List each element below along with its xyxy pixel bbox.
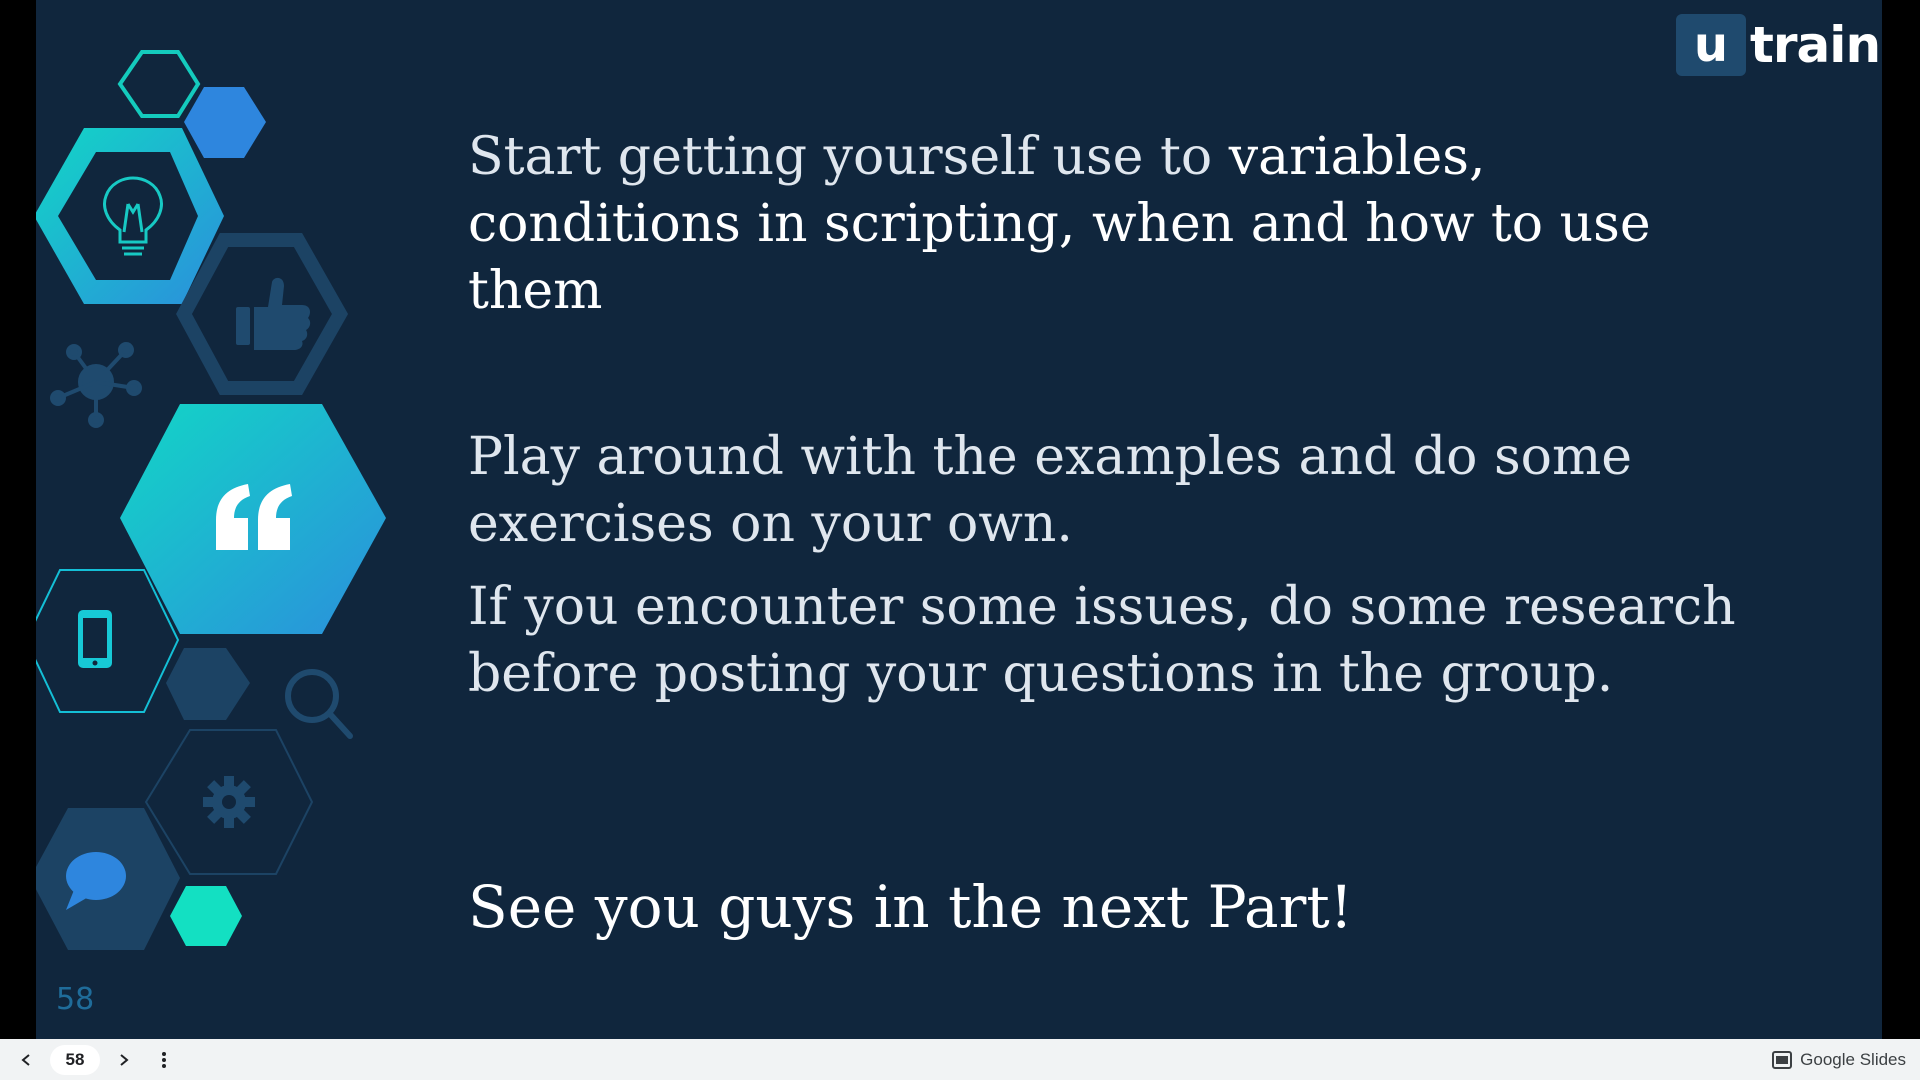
paragraph-examples: Play around with the examples and do som… xyxy=(468,427,1633,554)
logo-letter: u xyxy=(1676,14,1746,76)
network-icon xyxy=(50,342,142,428)
more-vert-icon xyxy=(162,1051,166,1068)
hex-outline xyxy=(117,50,201,118)
google-slides-link[interactable]: Google Slides xyxy=(1772,1039,1906,1080)
hexagon-decoration xyxy=(36,50,386,950)
smartphone-icon xyxy=(78,610,112,668)
thumbs-up-icon xyxy=(236,277,311,350)
slide-number: 58 xyxy=(56,982,95,1017)
paragraph-research: If you encounter some issues, do some re… xyxy=(468,577,1736,704)
hex-blue xyxy=(184,87,266,158)
logo-word: train xyxy=(1750,16,1881,74)
chevron-right-icon xyxy=(120,1053,129,1066)
utrain-logo: u train xyxy=(1676,14,1881,76)
hex-teal-small xyxy=(170,886,242,946)
chevron-left-icon xyxy=(21,1053,30,1066)
hex-dark-small xyxy=(166,648,250,720)
paragraph-variables-intro: Start getting yourself use to xyxy=(468,127,1229,187)
gear-icon xyxy=(203,776,255,828)
next-slide-button[interactable] xyxy=(104,1039,144,1080)
hex-quote xyxy=(120,404,386,634)
previous-slide-button[interactable] xyxy=(6,1039,46,1080)
paragraph-variables: Start getting yourself use to variables,… xyxy=(468,124,1728,325)
presentation-toolbar: 58 Google Slides xyxy=(0,1039,1920,1080)
search-icon xyxy=(285,669,353,739)
more-options-button[interactable] xyxy=(144,1039,184,1080)
slide: u train Start getting yourself use to va… xyxy=(36,0,1882,1039)
page-number-field[interactable]: 58 xyxy=(50,1044,100,1075)
paragraph-closing: See you guys in the next Part! xyxy=(468,873,1353,941)
slides-icon xyxy=(1772,1050,1793,1069)
brand-label: Google Slides xyxy=(1800,1049,1906,1069)
